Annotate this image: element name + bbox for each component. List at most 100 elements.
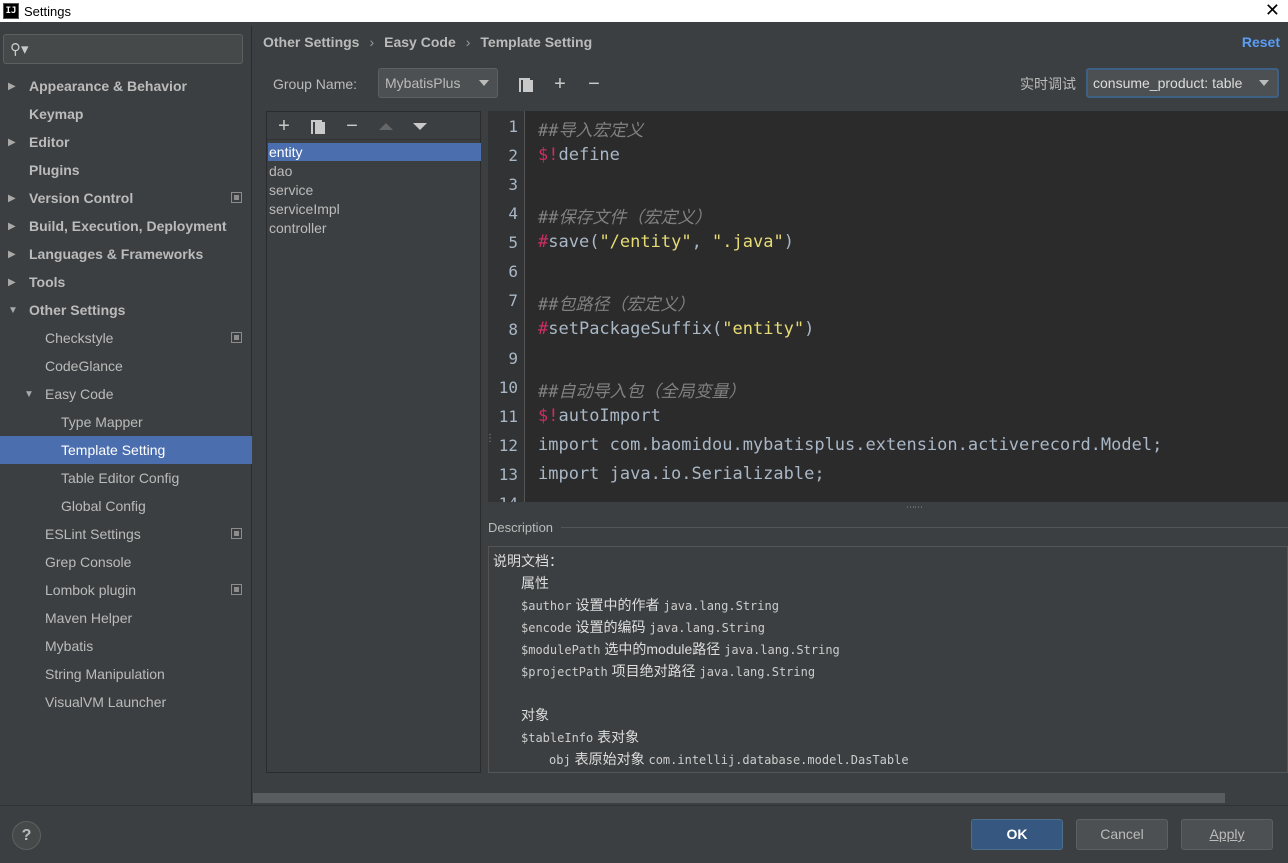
debug-label: 实时调试 — [1020, 76, 1076, 92]
chevron-right-icon[interactable]: ▶ — [8, 249, 16, 260]
add-group-icon[interactable]: + — [550, 74, 570, 94]
description-text[interactable]: 说明文档： 属性 $author 设置中的作者 java.lang.String $e… — [488, 546, 1288, 773]
sidebar-item-label: Checkstyle — [45, 330, 114, 346]
sidebar-item-string-manipulation[interactable]: String Manipulation — [0, 660, 252, 688]
code-line: $!define — [538, 145, 620, 165]
help-button[interactable]: ? — [12, 821, 41, 850]
sidebar-item-grep-console[interactable]: Grep Console — [0, 548, 252, 576]
chevron-right-icon[interactable]: ▶ — [8, 221, 16, 232]
apply-button-label: Apply — [1209, 826, 1245, 842]
code-line: #save("/entity", ".java") — [538, 232, 794, 252]
code-line: ##保存文件（宏定义） — [538, 208, 712, 228]
description-label: Description — [488, 520, 554, 535]
debug-table-select[interactable]: consume_product: table — [1086, 68, 1279, 98]
sidebar-item-visualvm-launcher[interactable]: VisualVM Launcher — [0, 688, 252, 716]
group-name-select[interactable]: MybatisPlus — [378, 68, 498, 98]
remove-template-icon[interactable]: − — [342, 116, 362, 136]
project-level-icon — [231, 192, 242, 203]
sidebar-item-appearance-behavior[interactable]: ▶ Appearance & Behavior — [0, 72, 252, 100]
code-line: ##导入宏定义 — [538, 121, 644, 141]
move-up-icon[interactable] — [379, 123, 393, 130]
sidebar-item-editor[interactable]: ▶ Editor — [0, 128, 252, 156]
sidebar-item-label: Easy Code — [45, 386, 114, 402]
chevron-right-icon[interactable]: ▶ — [8, 277, 16, 288]
code-line: $!autoImport — [538, 406, 661, 426]
vertical-splitter-handle[interactable]: ⋮ — [485, 433, 495, 444]
sidebar-item-label: Table Editor Config — [61, 470, 180, 486]
template-item-entity[interactable]: entity — [268, 143, 481, 161]
sidebar-item-type-mapper[interactable]: Type Mapper — [0, 408, 252, 436]
search-input[interactable]: ⚲▾ — [3, 34, 243, 64]
sidebar-item-tools[interactable]: ▶ Tools — [0, 268, 252, 296]
horizontal-scrollbar[interactable] — [253, 791, 1288, 804]
search-icon: ⚲▾ — [10, 41, 29, 58]
sidebar-item-label: Maven Helper — [45, 610, 133, 626]
breadcrumb-item-easy-code: Easy Code — [384, 34, 456, 50]
sidebar-item-checkstyle[interactable]: Checkstyle — [0, 324, 252, 352]
move-down-icon[interactable] — [413, 123, 427, 130]
sidebar-item-codeglance[interactable]: CodeGlance — [0, 352, 252, 380]
breadcrumb-separator: › — [369, 34, 375, 50]
sidebar-item-eslint-settings[interactable]: ESLint Settings — [0, 520, 252, 548]
remove-group-icon[interactable]: − — [584, 74, 604, 94]
apply-button[interactable]: Apply — [1181, 819, 1273, 850]
sidebar-item-lombok-plugin[interactable]: Lombok plugin — [0, 576, 252, 604]
sidebar-item-label: ESLint Settings — [45, 526, 141, 542]
group-name-value: MybatisPlus — [385, 75, 461, 91]
sidebar-item-label: VisualVM Launcher — [45, 694, 167, 710]
sidebar-item-label: Grep Console — [45, 554, 132, 570]
template-item-serviceimpl[interactable]: serviceImpl — [268, 200, 481, 218]
line-number: 5 — [508, 233, 518, 252]
settings-sidebar: ⚲▾ ▶ Appearance & Behavior Keymap ▶ Editor Pl… — [0, 26, 252, 804]
scrollbar-thumb[interactable] — [253, 793, 1225, 803]
sidebar-item-build-execution-deployment[interactable]: ▶ Build, Execution, Deployment — [0, 212, 252, 240]
sidebar-item-label: Global Config — [61, 498, 146, 514]
project-level-icon — [231, 528, 242, 539]
template-item-service[interactable]: service — [268, 181, 481, 199]
sidebar-item-template-setting[interactable]: Template Setting — [0, 436, 252, 464]
sidebar-item-label: Type Mapper — [61, 414, 143, 430]
sidebar-item-label: Keymap — [29, 106, 84, 122]
template-item-dao[interactable]: dao — [268, 162, 481, 180]
line-number: 7 — [508, 291, 518, 310]
sidebar-item-version-control[interactable]: ▶ Version Control — [0, 184, 252, 212]
sidebar-item-table-editor-config[interactable]: Table Editor Config — [0, 464, 252, 492]
close-icon[interactable]: ✕ — [1265, 1, 1280, 19]
app-icon: IJ — [3, 3, 19, 19]
line-number: 13 — [498, 465, 518, 484]
copy-group-icon[interactable] — [519, 76, 533, 92]
sidebar-item-languages-frameworks[interactable]: ▶ Languages & Frameworks — [0, 240, 252, 268]
code-editor[interactable]: 1234567891011121314 ##导入宏定义$!define##保存文… — [488, 111, 1288, 502]
sidebar-item-mybatis[interactable]: Mybatis — [0, 632, 252, 660]
sidebar-item-label: Plugins — [29, 162, 80, 178]
dialog-button-bar: ? OK Cancel Apply — [0, 805, 1288, 863]
template-item-controller[interactable]: controller — [268, 219, 481, 237]
code-line: #setPackageSuffix("entity") — [538, 319, 815, 339]
line-number: 6 — [508, 262, 518, 281]
template-list-panel: + − entity dao service serviceImpl controlle… — [266, 111, 481, 773]
add-template-icon[interactable]: + — [274, 116, 294, 136]
sidebar-item-plugins[interactable]: Plugins — [0, 156, 252, 184]
chevron-down-icon[interactable]: ▼ — [24, 389, 34, 400]
ok-button[interactable]: OK — [971, 819, 1063, 850]
sidebar-item-maven-helper[interactable]: Maven Helper — [0, 604, 252, 632]
breadcrumb-item-template-setting: Template Setting — [480, 34, 593, 50]
sidebar-item-other-settings[interactable]: ▼ Other Settings — [0, 296, 252, 324]
description-line: 属性 — [521, 575, 549, 591]
reset-link[interactable]: Reset — [1242, 34, 1280, 50]
chevron-right-icon[interactable]: ▶ — [8, 137, 16, 148]
chevron-right-icon[interactable]: ▶ — [8, 193, 16, 204]
cancel-button[interactable]: Cancel — [1076, 819, 1168, 850]
sidebar-item-easy-code[interactable]: ▼ Easy Code — [0, 380, 252, 408]
sidebar-item-keymap[interactable]: Keymap — [0, 100, 252, 128]
sidebar-item-label: Editor — [29, 134, 70, 150]
description-line: $tableInfo 表对象 — [521, 729, 640, 745]
horizontal-splitter-handle[interactable]: ⋯⋯ — [906, 502, 923, 513]
chevron-right-icon[interactable]: ▶ — [8, 81, 16, 92]
chevron-down-icon[interactable]: ▼ — [8, 305, 18, 316]
title-bar: IJ Settings ✕ — [0, 0, 1288, 22]
sidebar-item-global-config[interactable]: Global Config — [0, 492, 252, 520]
description-line: 说明文档： — [493, 553, 563, 569]
copy-template-icon[interactable] — [311, 118, 325, 134]
code-line: import java.io.Serializable; — [538, 464, 825, 484]
